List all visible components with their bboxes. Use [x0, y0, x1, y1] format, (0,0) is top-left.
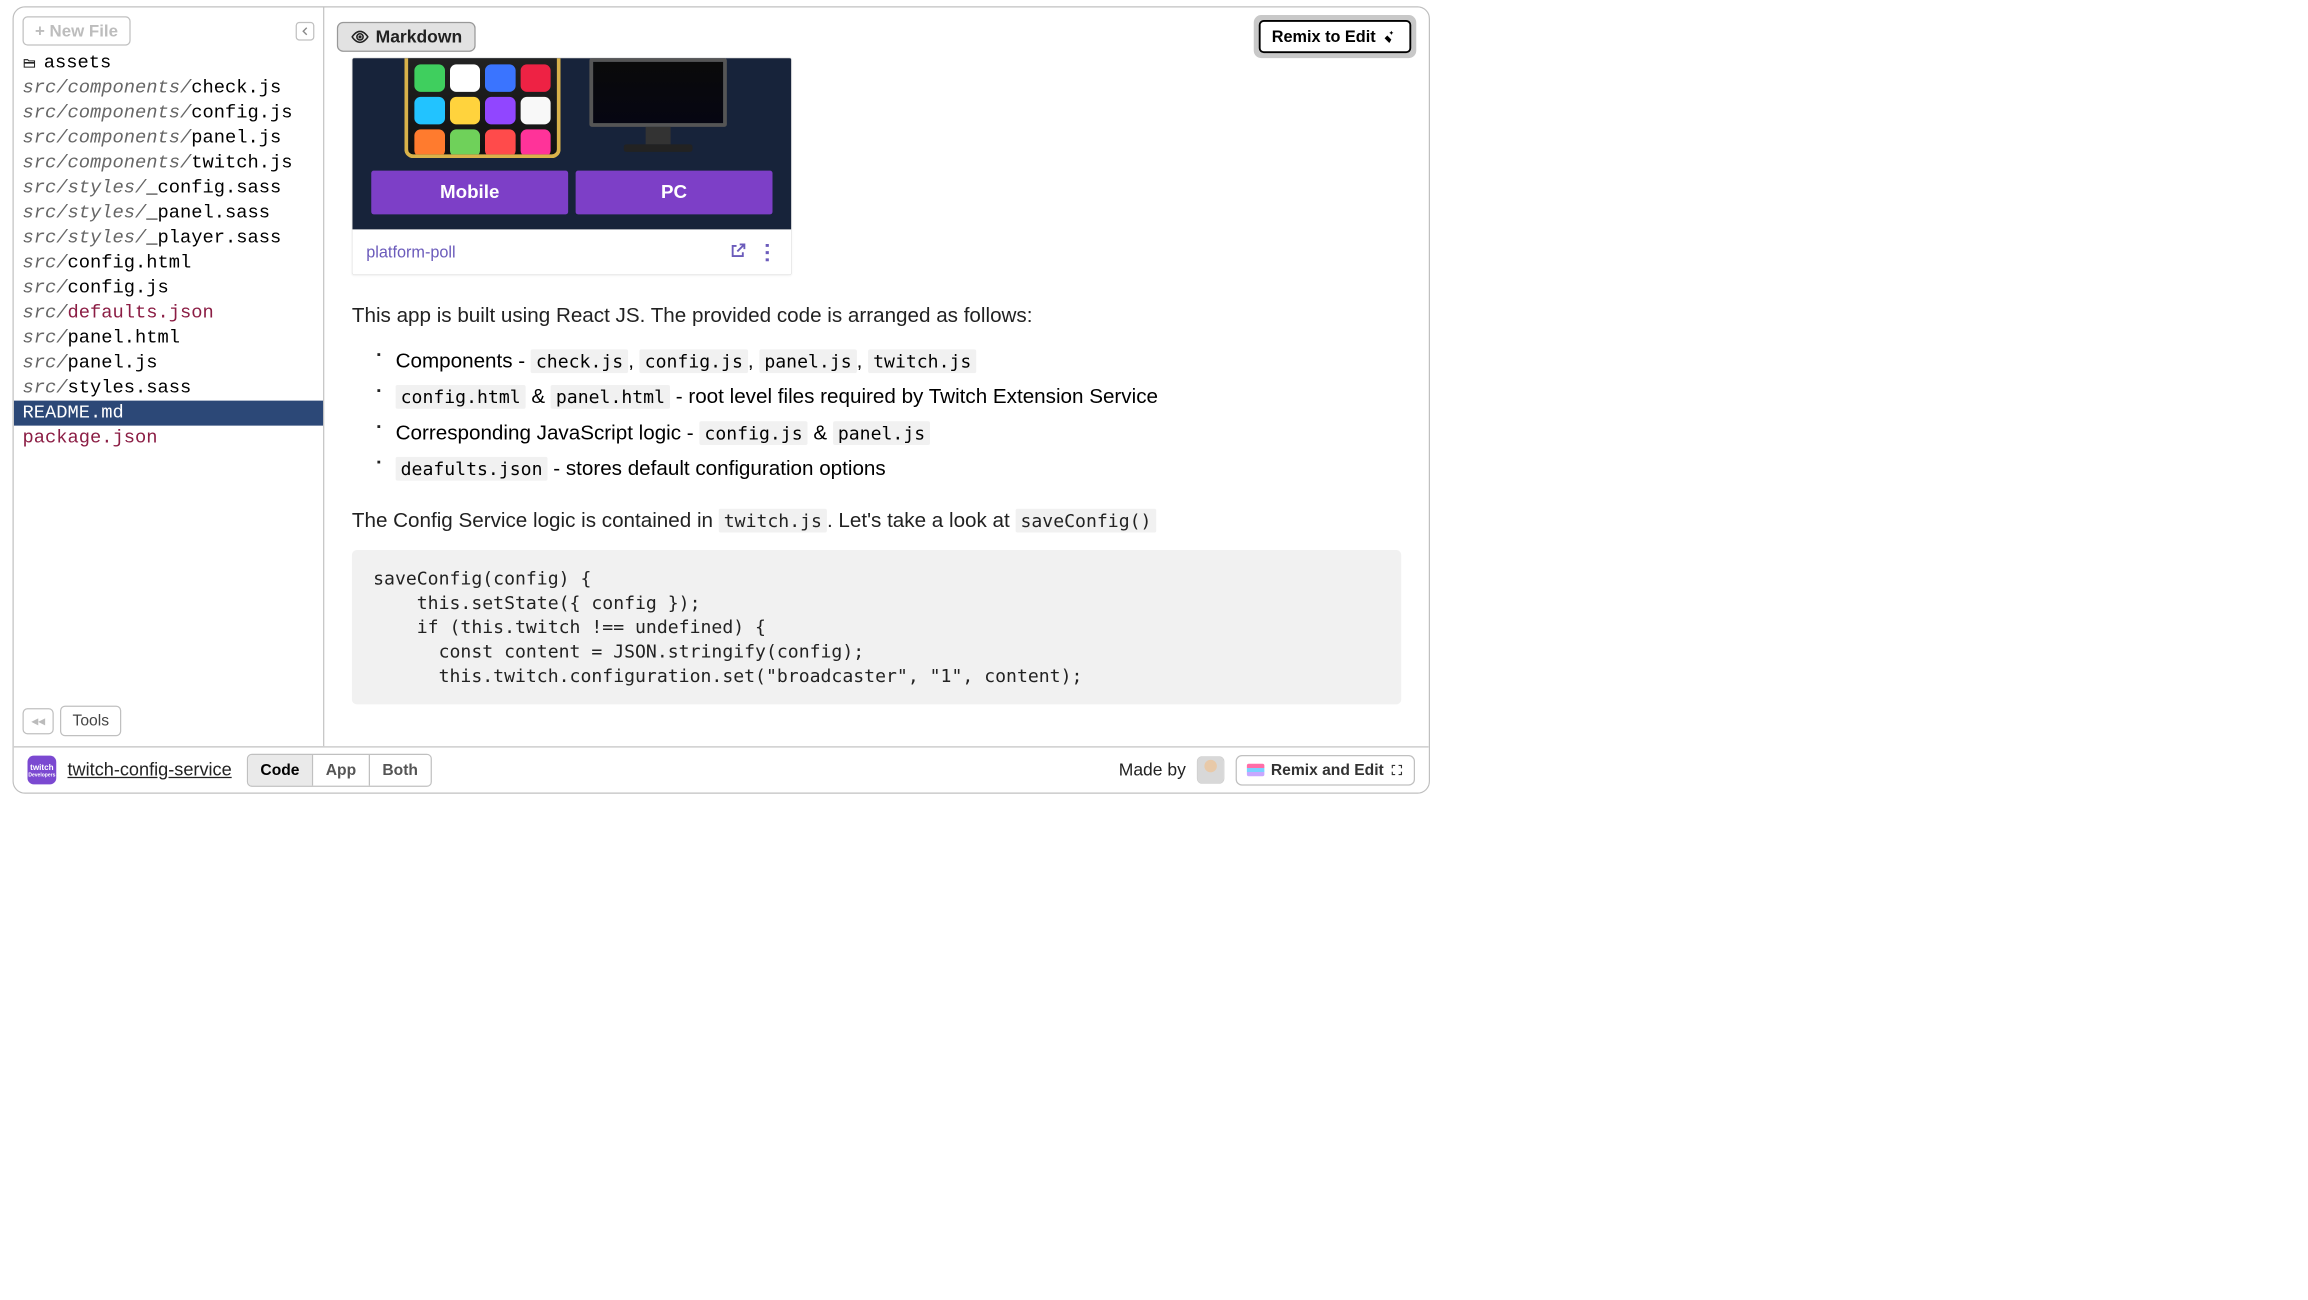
rewind-button[interactable]: ◂◂: [23, 708, 54, 734]
vote-pc-button: PC: [576, 171, 773, 215]
screenshot-footer: platform-poll ⋯: [353, 229, 792, 274]
chevron-left-icon: [301, 27, 310, 36]
file-tree-item[interactable]: src/styles.sass: [14, 376, 323, 401]
markdown-label: Markdown: [376, 27, 463, 47]
microphone-sparkle-icon: [1382, 28, 1398, 44]
expand-icon: [1390, 763, 1404, 777]
view-tab-code[interactable]: Code: [248, 755, 312, 786]
list-item: Components - check.js, config.js, panel.…: [377, 342, 1401, 378]
document-scroll[interactable]: Mobile PC platform-poll ⋯ This app is bu…: [324, 8, 1428, 747]
new-file-button[interactable]: + New File: [23, 16, 131, 45]
screenshot-body: Mobile PC: [353, 58, 792, 229]
vote-row: Mobile PC: [371, 171, 772, 215]
file-tree-item[interactable]: src/components/panel.js: [14, 126, 323, 151]
project-name-link[interactable]: twitch-config-service: [68, 760, 232, 781]
file-tree-item[interactable]: src/panel.js: [14, 351, 323, 376]
file-tree-item[interactable]: package.json: [14, 426, 323, 451]
content-toolbar: Markdown Remix to Edit: [337, 15, 1416, 58]
eye-icon: [351, 27, 370, 46]
file-tree-item[interactable]: assets: [14, 51, 323, 76]
file-tree-item[interactable]: src/components/check.js: [14, 76, 323, 101]
file-tree-item[interactable]: src/components/twitch.js: [14, 151, 323, 176]
content-pane: Markdown Remix to Edit: [324, 8, 1428, 747]
main-area: + New File assetssrc/components/check.js…: [14, 8, 1429, 747]
list-item: deafults.json - stores default configura…: [377, 450, 1401, 486]
phone-image: [404, 58, 560, 158]
popout-icon: [729, 241, 748, 263]
file-tree-item[interactable]: src/panel.html: [14, 326, 323, 351]
doc-paragraph-intro: This app is built using React JS. The pr…: [352, 300, 1401, 330]
file-tree-item[interactable]: src/styles/_config.sass: [14, 176, 323, 201]
rewind-icon: ◂◂: [31, 713, 45, 729]
sidebar: + New File assetssrc/components/check.js…: [14, 8, 325, 747]
file-tree-item[interactable]: src/config.html: [14, 251, 323, 276]
remix-bottom-label: Remix and Edit: [1271, 761, 1384, 779]
inline-code: check.js: [531, 349, 628, 373]
author-avatar[interactable]: [1197, 756, 1225, 784]
inline-code: saveConfig(): [1015, 509, 1156, 533]
made-by-label: Made by: [1119, 760, 1186, 780]
view-tab-app[interactable]: App: [312, 755, 369, 786]
remix-edit-wrap: Remix to Edit: [1254, 15, 1417, 58]
folder-icon: [23, 56, 39, 70]
inline-code: config.js: [699, 421, 807, 445]
file-tree[interactable]: assetssrc/components/check.jssrc/compone…: [14, 51, 323, 699]
inline-code: config.html: [396, 385, 526, 409]
view-tab-both[interactable]: Both: [369, 755, 431, 786]
inline-code: twitch.js: [868, 349, 976, 373]
app-frame: + New File assetssrc/components/check.js…: [13, 6, 1431, 794]
more-dots-icon: ⋯: [755, 242, 780, 262]
doc-list: Components - check.js, config.js, panel.…: [352, 342, 1401, 486]
markdown-toggle-button[interactable]: Markdown: [337, 22, 476, 52]
twitch-dev-icon: twitchDevelopers: [28, 756, 57, 785]
remix-edit-label: Remix to Edit: [1272, 27, 1376, 46]
collapse-sidebar-button[interactable]: [296, 22, 315, 41]
file-tree-item[interactable]: README.md: [14, 401, 323, 426]
file-tree-item[interactable]: src/config.js: [14, 276, 323, 301]
remix-and-edit-button[interactable]: Remix and Edit: [1236, 755, 1415, 786]
view-toggle: CodeAppBoth: [247, 753, 432, 786]
inline-code: panel.js: [759, 349, 856, 373]
screenshot-image-row: [371, 58, 772, 158]
bottom-bar: twitchDevelopers twitch-config-service C…: [14, 746, 1429, 792]
glitch-icon: [1247, 764, 1265, 777]
poll-name-label: platform-poll: [366, 242, 455, 261]
file-tree-item[interactable]: src/styles/_player.sass: [14, 226, 323, 251]
inline-code: config.js: [640, 349, 748, 373]
list-item: Corresponding JavaScript logic - config.…: [377, 414, 1401, 450]
inline-code: twitch.js: [719, 509, 827, 533]
file-tree-item[interactable]: src/defaults.json: [14, 301, 323, 326]
remix-to-edit-button[interactable]: Remix to Edit: [1259, 20, 1412, 53]
file-tree-item[interactable]: src/styles/_panel.sass: [14, 201, 323, 226]
pc-image: [577, 58, 740, 158]
file-tree-item[interactable]: src/components/config.js: [14, 101, 323, 126]
sidebar-top: + New File: [14, 8, 323, 51]
inline-code: deafults.json: [396, 457, 548, 481]
code-block: saveConfig(config) { this.setState({ con…: [352, 550, 1401, 705]
inline-code: panel.js: [833, 421, 930, 445]
vote-mobile-button: Mobile: [371, 171, 568, 215]
sidebar-bottom: ◂◂ Tools: [14, 698, 323, 746]
inline-code: panel.html: [551, 385, 670, 409]
tools-button[interactable]: Tools: [60, 706, 121, 737]
extension-screenshot: Mobile PC platform-poll ⋯: [352, 58, 792, 276]
list-item: config.html & panel.html - root level fi…: [377, 378, 1401, 414]
doc-paragraph-config: The Config Service logic is contained in…: [352, 505, 1401, 535]
